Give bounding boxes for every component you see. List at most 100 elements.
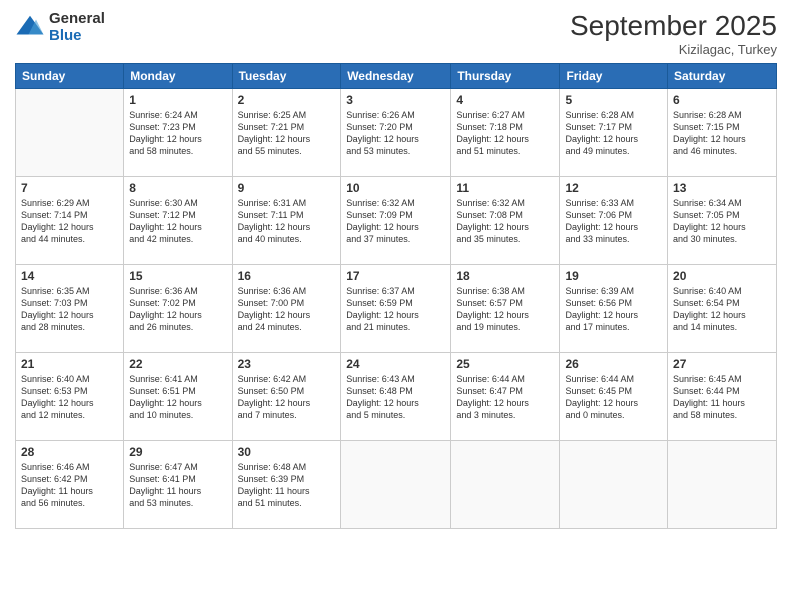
cell-line: Sunset: 6:56 PM — [565, 297, 662, 309]
cell-line: Sunrise: 6:47 AM — [129, 461, 226, 473]
day-number: 5 — [565, 93, 662, 107]
header-row: Sunday Monday Tuesday Wednesday Thursday… — [16, 64, 777, 89]
cell-line: Sunrise: 6:24 AM — [129, 109, 226, 121]
cell-line: Sunrise: 6:31 AM — [238, 197, 336, 209]
cell-line: Sunset: 7:02 PM — [129, 297, 226, 309]
cell-line: and 33 minutes. — [565, 233, 662, 245]
cell-line: Daylight: 12 hours — [129, 221, 226, 233]
calendar-cell: 4Sunrise: 6:27 AMSunset: 7:18 PMDaylight… — [451, 89, 560, 177]
cell-line: Sunset: 6:39 PM — [238, 473, 336, 485]
cell-line: and 44 minutes. — [21, 233, 118, 245]
cell-line: and 12 minutes. — [21, 409, 118, 421]
cell-line: and 26 minutes. — [129, 321, 226, 333]
cell-line: and 53 minutes. — [346, 145, 445, 157]
col-saturday: Saturday — [668, 64, 777, 89]
cell-line: Daylight: 12 hours — [346, 397, 445, 409]
calendar-cell: 9Sunrise: 6:31 AMSunset: 7:11 PMDaylight… — [232, 177, 341, 265]
cell-line: Daylight: 12 hours — [346, 133, 445, 145]
cell-line: Sunset: 6:47 PM — [456, 385, 554, 397]
cell-line: Sunset: 7:14 PM — [21, 209, 118, 221]
day-number: 6 — [673, 93, 771, 107]
calendar-week-3: 14Sunrise: 6:35 AMSunset: 7:03 PMDayligh… — [16, 265, 777, 353]
cell-line: Sunrise: 6:28 AM — [673, 109, 771, 121]
cell-line: Sunset: 7:20 PM — [346, 121, 445, 133]
cell-line: Sunset: 6:54 PM — [673, 297, 771, 309]
cell-line: Daylight: 12 hours — [21, 397, 118, 409]
cell-line: and 49 minutes. — [565, 145, 662, 157]
calendar-cell: 8Sunrise: 6:30 AMSunset: 7:12 PMDaylight… — [124, 177, 232, 265]
col-tuesday: Tuesday — [232, 64, 341, 89]
month-title: September 2025 — [570, 10, 777, 42]
cell-line: and 56 minutes. — [21, 497, 118, 509]
calendar-cell: 1Sunrise: 6:24 AMSunset: 7:23 PMDaylight… — [124, 89, 232, 177]
cell-line: Daylight: 12 hours — [129, 397, 226, 409]
day-number: 2 — [238, 93, 336, 107]
cell-line: Daylight: 12 hours — [456, 397, 554, 409]
cell-line: Sunrise: 6:36 AM — [238, 285, 336, 297]
day-number: 15 — [129, 269, 226, 283]
cell-line: Sunrise: 6:36 AM — [129, 285, 226, 297]
cell-line: and 0 minutes. — [565, 409, 662, 421]
cell-line: and 58 minutes. — [673, 409, 771, 421]
cell-line: and 42 minutes. — [129, 233, 226, 245]
cell-line: Daylight: 11 hours — [238, 485, 336, 497]
cell-line: Daylight: 12 hours — [673, 309, 771, 321]
calendar-table: Sunday Monday Tuesday Wednesday Thursday… — [15, 63, 777, 529]
day-number: 16 — [238, 269, 336, 283]
cell-line: Sunset: 7:08 PM — [456, 209, 554, 221]
day-number: 27 — [673, 357, 771, 371]
cell-line: and 55 minutes. — [238, 145, 336, 157]
calendar-cell: 26Sunrise: 6:44 AMSunset: 6:45 PMDayligh… — [560, 353, 668, 441]
cell-line: Sunset: 7:18 PM — [456, 121, 554, 133]
day-number: 22 — [129, 357, 226, 371]
cell-line: Sunrise: 6:44 AM — [565, 373, 662, 385]
calendar-cell: 30Sunrise: 6:48 AMSunset: 6:39 PMDayligh… — [232, 441, 341, 529]
calendar-cell — [341, 441, 451, 529]
cell-line: and 7 minutes. — [238, 409, 336, 421]
calendar-cell: 5Sunrise: 6:28 AMSunset: 7:17 PMDaylight… — [560, 89, 668, 177]
cell-line: and 5 minutes. — [346, 409, 445, 421]
calendar-week-1: 1Sunrise: 6:24 AMSunset: 7:23 PMDaylight… — [16, 89, 777, 177]
cell-line: Sunset: 6:59 PM — [346, 297, 445, 309]
calendar-cell: 28Sunrise: 6:46 AMSunset: 6:42 PMDayligh… — [16, 441, 124, 529]
day-number: 29 — [129, 445, 226, 459]
cell-line: and 51 minutes. — [238, 497, 336, 509]
cell-line: Daylight: 12 hours — [346, 221, 445, 233]
cell-line: Daylight: 12 hours — [565, 309, 662, 321]
calendar-cell: 25Sunrise: 6:44 AMSunset: 6:47 PMDayligh… — [451, 353, 560, 441]
cell-line: Sunrise: 6:25 AM — [238, 109, 336, 121]
cell-line: Daylight: 12 hours — [565, 221, 662, 233]
day-number: 19 — [565, 269, 662, 283]
cell-line: and 58 minutes. — [129, 145, 226, 157]
page: General Blue September 2025 Kizilagac, T… — [0, 0, 792, 612]
logo-text: General Blue — [49, 10, 105, 44]
cell-line: Sunrise: 6:27 AM — [456, 109, 554, 121]
cell-line: Daylight: 12 hours — [456, 221, 554, 233]
logo-icon — [15, 12, 45, 42]
cell-line: Sunset: 6:51 PM — [129, 385, 226, 397]
cell-line: Sunset: 7:17 PM — [565, 121, 662, 133]
calendar-cell: 19Sunrise: 6:39 AMSunset: 6:56 PMDayligh… — [560, 265, 668, 353]
cell-line: and 37 minutes. — [346, 233, 445, 245]
cell-line: Sunrise: 6:29 AM — [21, 197, 118, 209]
cell-line: and 3 minutes. — [456, 409, 554, 421]
day-number: 25 — [456, 357, 554, 371]
day-number: 21 — [21, 357, 118, 371]
cell-line: and 24 minutes. — [238, 321, 336, 333]
logo: General Blue — [15, 10, 105, 44]
cell-line: Sunrise: 6:35 AM — [21, 285, 118, 297]
cell-line: and 35 minutes. — [456, 233, 554, 245]
cell-line: and 17 minutes. — [565, 321, 662, 333]
calendar-week-5: 28Sunrise: 6:46 AMSunset: 6:42 PMDayligh… — [16, 441, 777, 529]
cell-line: and 21 minutes. — [346, 321, 445, 333]
calendar-week-2: 7Sunrise: 6:29 AMSunset: 7:14 PMDaylight… — [16, 177, 777, 265]
calendar-cell: 14Sunrise: 6:35 AMSunset: 7:03 PMDayligh… — [16, 265, 124, 353]
cell-line: Sunset: 7:05 PM — [673, 209, 771, 221]
cell-line: Sunrise: 6:26 AM — [346, 109, 445, 121]
cell-line: Sunset: 7:00 PM — [238, 297, 336, 309]
cell-line: Daylight: 12 hours — [238, 221, 336, 233]
cell-line: Sunrise: 6:32 AM — [456, 197, 554, 209]
calendar-cell: 12Sunrise: 6:33 AMSunset: 7:06 PMDayligh… — [560, 177, 668, 265]
cell-line: and 19 minutes. — [456, 321, 554, 333]
cell-line: Sunset: 7:21 PM — [238, 121, 336, 133]
